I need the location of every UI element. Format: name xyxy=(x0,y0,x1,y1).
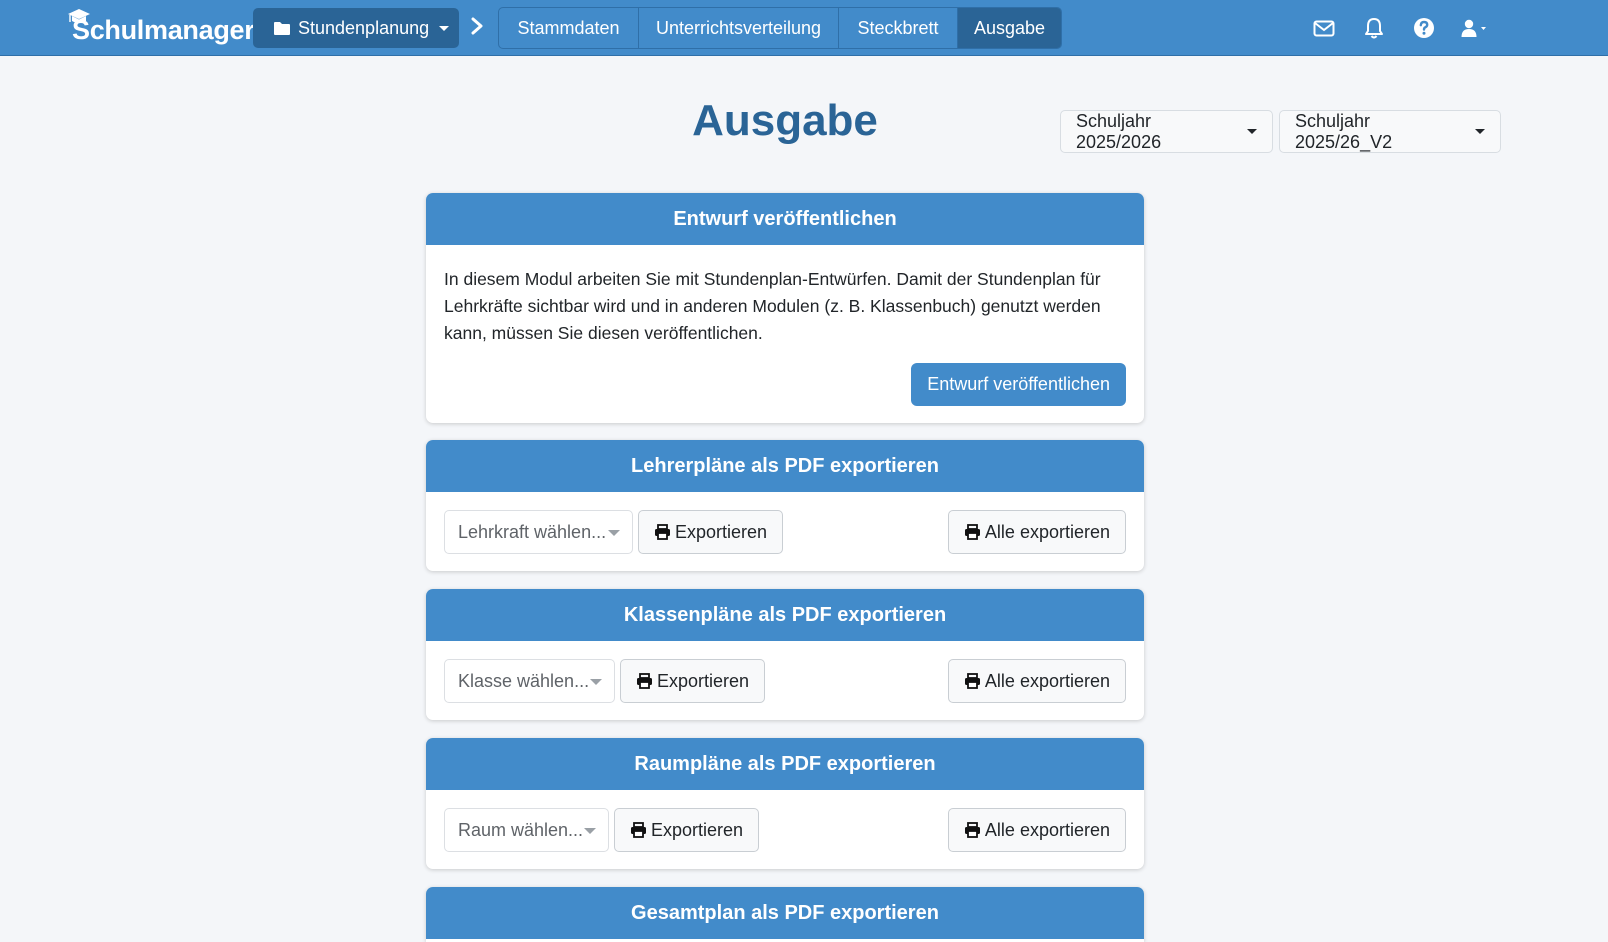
teacher-plans-card: Lehrerpläne als PDF exportieren Lehrkraf… xyxy=(426,440,1144,571)
printer-icon xyxy=(964,524,980,540)
module-tabs: Stammdaten Unterrichtsverteilung Steckbr… xyxy=(498,7,1062,49)
card-header: Entwurf veröffentlichen xyxy=(426,193,1144,245)
room-export-button[interactable]: Exportieren xyxy=(614,808,760,852)
printer-icon xyxy=(964,822,980,838)
card-header: Lehrerpläne als PDF exportieren xyxy=(426,440,1144,492)
room-select[interactable]: Raum wählen... xyxy=(444,808,609,852)
card-header: Klassenpläne als PDF exportieren xyxy=(426,589,1144,641)
chevron-down-icon xyxy=(1475,129,1485,134)
folder-icon xyxy=(274,21,290,35)
module-label: Stundenplanung xyxy=(298,17,430,38)
description-line: In diesem Modul arbeiten Sie mit Stunden… xyxy=(444,269,1101,289)
tab-steckbrett[interactable]: Steckbrett xyxy=(839,8,958,48)
button-label: Alle exportieren xyxy=(984,521,1110,542)
tab-label: Unterrichtsverteilung xyxy=(655,17,822,38)
brand-name: Schulmanager xyxy=(72,14,255,45)
card-header: Raumpläne als PDF exportieren xyxy=(426,738,1144,790)
tab-unterrichtsverteilung[interactable]: Unterrichtsverteilung xyxy=(639,8,839,48)
printer-icon xyxy=(964,673,980,689)
card-header: Gesamtplan als PDF exportieren xyxy=(426,887,1144,939)
top-navbar: Schulmanager Stundenplanung Stammdaten U… xyxy=(0,0,1608,56)
room-plans-card: Raumpläne als PDF exportieren Raum wähle… xyxy=(426,738,1144,869)
version-label: Schuljahr 2025/26_V2 xyxy=(1295,110,1393,152)
class-export-button[interactable]: Exportieren xyxy=(620,659,766,703)
teacher-select[interactable]: Lehrkraft wählen... xyxy=(444,510,633,554)
chevron-down-icon xyxy=(584,828,596,834)
class-plans-card: Klassenpläne als PDF exportieren Klasse … xyxy=(426,589,1144,720)
description-line: kann, müssen Sie diesen veröffentlichen. xyxy=(444,323,763,343)
description-line: Lehrkräfte sichtbar wird und in anderen … xyxy=(444,296,1101,316)
button-label: Exportieren xyxy=(651,819,744,840)
chevron-down-icon xyxy=(590,679,602,685)
mail-icon[interactable] xyxy=(1310,14,1338,42)
class-export-all-button[interactable]: Alle exportieren xyxy=(947,659,1126,703)
school-year-label: Schuljahr 2025/2026 xyxy=(1076,110,1162,152)
user-menu-icon[interactable] xyxy=(1460,14,1494,42)
graduation-cap-icon xyxy=(68,9,90,23)
teacher-export-button[interactable]: Exportieren xyxy=(638,510,784,554)
button-label: Entwurf veröffentlichen xyxy=(927,374,1110,394)
class-select[interactable]: Klasse wählen... xyxy=(444,659,615,703)
button-label: Alle exportieren xyxy=(984,670,1110,691)
publish-card: Entwurf veröffentlichen In diesem Modul … xyxy=(426,193,1144,423)
select-placeholder: Lehrkraft wählen... xyxy=(458,521,607,542)
chevron-right-icon xyxy=(471,17,483,35)
overall-plan-card: Gesamtplan als PDF exportieren xyxy=(426,887,1144,942)
printer-icon xyxy=(631,822,646,838)
brand-logo[interactable]: Schulmanager xyxy=(67,8,255,48)
help-icon[interactable] xyxy=(1410,14,1438,42)
school-year-dropdown[interactable]: Schuljahr 2025/2026 xyxy=(1060,110,1273,153)
chevron-down-icon xyxy=(608,530,620,536)
tab-ausgabe[interactable]: Ausgabe xyxy=(958,8,1061,48)
tab-stammdaten[interactable]: Stammdaten xyxy=(499,8,639,48)
select-placeholder: Klasse wählen... xyxy=(458,670,590,691)
button-label: Exportieren xyxy=(675,521,768,542)
tab-label: Stammdaten xyxy=(517,17,620,38)
button-label: Alle exportieren xyxy=(984,819,1110,840)
chevron-down-icon xyxy=(1247,129,1257,134)
select-placeholder: Raum wählen... xyxy=(458,819,584,840)
chevron-down-icon xyxy=(439,25,450,31)
teacher-export-all-button[interactable]: Alle exportieren xyxy=(947,510,1126,554)
publish-description: In diesem Modul arbeiten Sie mit Stunden… xyxy=(444,266,1124,347)
module-dropdown-button[interactable]: Stundenplanung xyxy=(253,8,459,48)
version-dropdown[interactable]: Schuljahr 2025/26_V2 xyxy=(1279,110,1501,153)
button-label: Exportieren xyxy=(657,670,750,691)
publish-draft-button[interactable]: Entwurf veröffentlichen xyxy=(911,363,1126,406)
printer-icon xyxy=(655,524,670,540)
printer-icon xyxy=(637,673,652,689)
tab-label: Steckbrett xyxy=(857,17,939,38)
bell-icon[interactable] xyxy=(1360,14,1388,42)
tab-label: Ausgabe xyxy=(973,17,1046,38)
room-export-all-button[interactable]: Alle exportieren xyxy=(947,808,1126,852)
